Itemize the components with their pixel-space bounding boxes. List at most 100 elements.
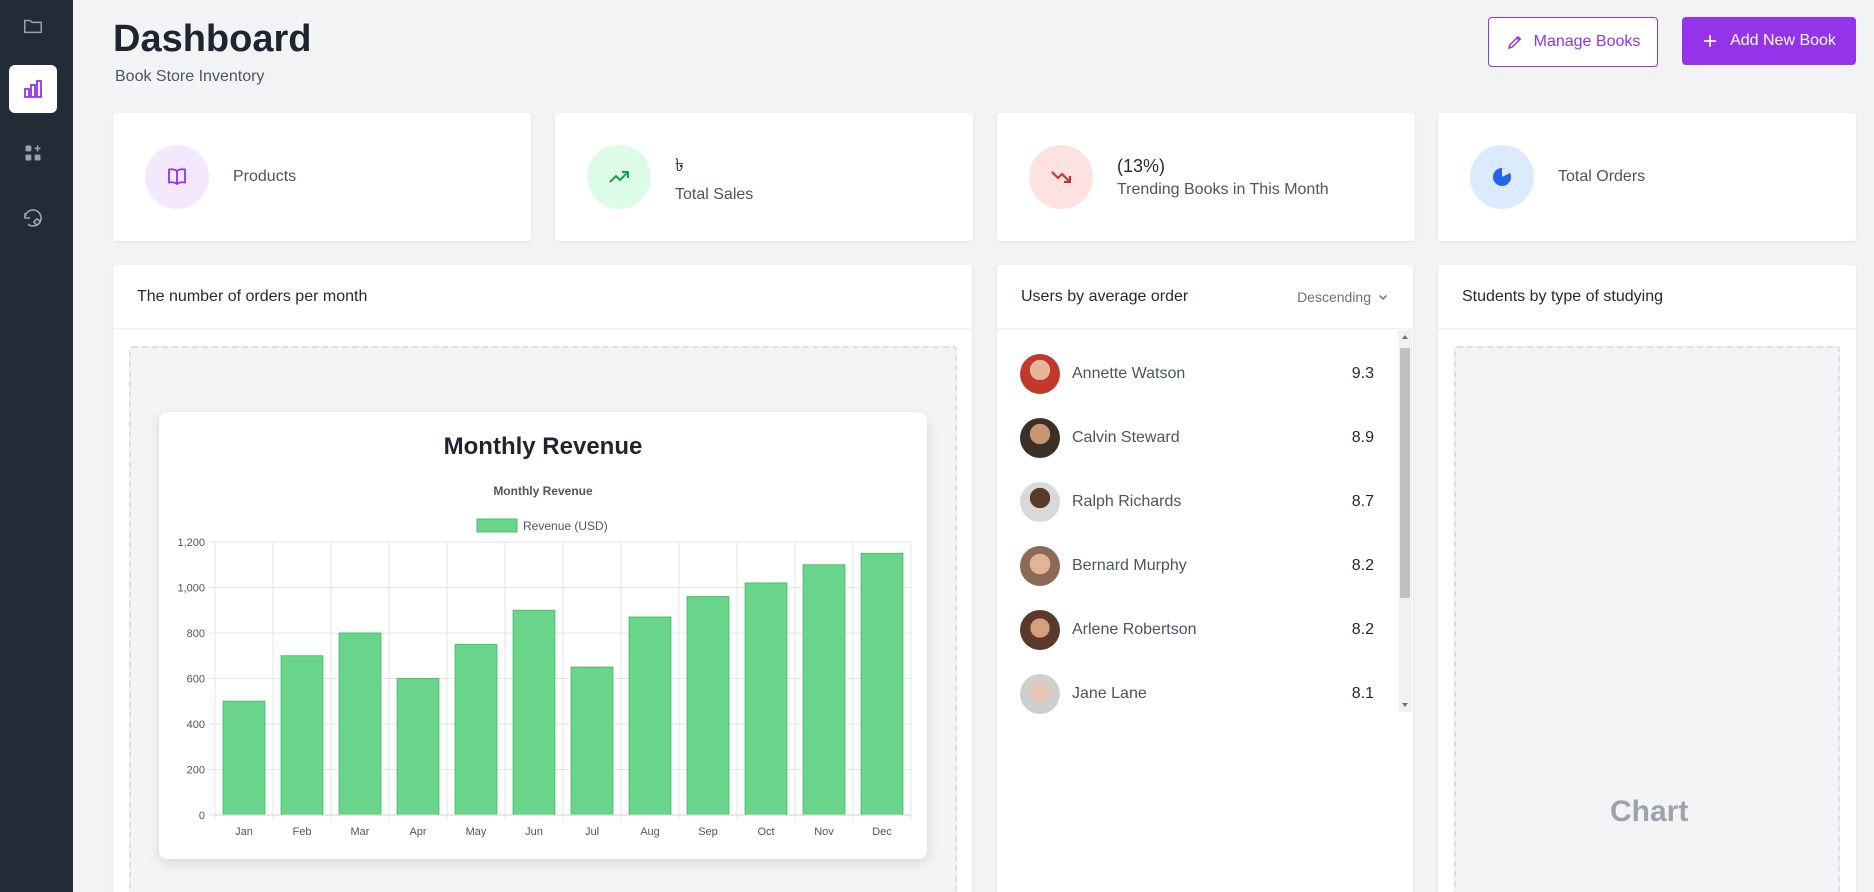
chart-title: Monthly Revenue <box>493 484 593 498</box>
x-tick-label: May <box>466 826 487 838</box>
add-new-book-label: Add New Book <box>1730 32 1836 49</box>
user-name: Bernard Murphy <box>1072 557 1187 574</box>
add-new-book-button[interactable]: Add New Book <box>1682 17 1856 65</box>
y-tick-label: 1,000 <box>177 583 205 595</box>
plus-icon <box>1704 35 1717 47</box>
stat-label: Products <box>233 168 297 185</box>
students-panel-title: Students by type of studying <box>1438 265 1856 329</box>
x-tick-label: Sep <box>698 826 718 838</box>
user-score: 8.2 <box>1351 557 1374 574</box>
bar-jul <box>570 666 614 816</box>
y-tick-label: 200 <box>187 765 205 777</box>
chart-placeholder: Chart <box>1610 795 1689 828</box>
bar-oct <box>744 582 788 816</box>
user-row[interactable]: Annette Watson 9.3 <box>1020 354 1374 394</box>
users-scrollbar[interactable] <box>1398 330 1412 712</box>
monthly-revenue-card: Monthly Revenue Monthly Revenue Revenue (U… <box>159 412 927 859</box>
user-score: 8.2 <box>1351 621 1374 638</box>
sidebar-item-files[interactable] <box>9 2 57 50</box>
page-subtitle: Book Store Inventory <box>115 68 265 85</box>
user-name: Ralph Richards <box>1072 493 1182 510</box>
sidebar-item-apps[interactable] <box>9 129 57 177</box>
stat-label: Total Orders <box>1558 168 1646 185</box>
user-row[interactable]: Bernard Murphy 8.2 <box>1020 546 1374 586</box>
chart-card-title: Monthly Revenue <box>444 433 643 460</box>
sidebar-item-dashboard[interactable] <box>9 65 57 113</box>
bar-nov <box>802 564 846 816</box>
trending-up-icon <box>609 171 629 183</box>
stat-text: ৳ Total Sales <box>675 151 753 204</box>
bar-apr <box>396 678 440 816</box>
manage-books-button[interactable]: Manage Books <box>1488 17 1658 67</box>
x-tick-label: Dec <box>872 826 892 838</box>
pie-icon <box>1493 168 1511 186</box>
bar-sep <box>686 596 730 816</box>
y-tick-label: 600 <box>187 674 205 686</box>
x-tick-label: Aug <box>640 826 660 838</box>
stat-text: (13%) Trending Books in This Month <box>1117 156 1329 199</box>
stat-card-trending: (13%) Trending Books in This Month <box>997 113 1415 241</box>
folder-icon <box>24 19 42 34</box>
user-score: 9.3 <box>1351 365 1374 382</box>
y-tick-label: 800 <box>187 628 205 640</box>
orders-panel-title: The number of orders per month <box>113 265 972 329</box>
x-tick-label: Jan <box>235 826 253 838</box>
user-name: Calvin Steward <box>1072 429 1180 446</box>
bar-may <box>454 643 498 816</box>
bar-mar <box>338 632 382 816</box>
user-name: Arlene Robertson <box>1072 621 1197 638</box>
users-panel-header: Users by average order Descending <box>997 265 1413 329</box>
user-row[interactable]: Arlene Robertson 8.2 <box>1020 610 1374 650</box>
y-tick-label: 400 <box>187 719 205 731</box>
user-score: 8.9 <box>1351 429 1374 446</box>
stat-text: Total Orders <box>1558 168 1645 186</box>
x-tick-label: Feb <box>293 826 312 838</box>
users-panel-title: Users by average order <box>1021 287 1189 305</box>
bar-aug <box>628 616 672 816</box>
stat-card-total-sales: ৳ Total Sales <box>555 113 973 241</box>
user-row[interactable]: Ralph Richards 8.7 <box>1020 482 1374 522</box>
sidebar <box>0 0 73 892</box>
user-row[interactable]: Calvin Steward 8.9 <box>1020 418 1374 458</box>
revenue-chart: Monthly Revenue Monthly Revenue Revenue (U… <box>177 433 912 838</box>
apps-add-icon <box>25 145 41 161</box>
scroll-down-icon[interactable] <box>1398 698 1412 712</box>
scroll-up-icon[interactable] <box>1398 330 1412 344</box>
bar-jan <box>222 700 266 816</box>
x-tick-label: Oct <box>757 826 774 838</box>
page-title: Dashboard <box>113 18 312 60</box>
stat-card-products: Products <box>113 113 531 241</box>
y-tick-label: 0 <box>199 810 205 822</box>
bar-chart-icon <box>24 80 42 98</box>
x-tick-label: Nov <box>814 826 834 838</box>
user-row[interactable]: Jane Lane 8.1 <box>1020 674 1374 714</box>
chevron-down-icon <box>1378 294 1388 300</box>
stat-card-total-orders: Total Orders <box>1438 113 1856 241</box>
bar-feb <box>280 655 324 816</box>
avatar <box>1020 354 1060 394</box>
avatar <box>1020 610 1060 650</box>
y-tick-label: 1,200 <box>177 537 205 549</box>
x-tick-label: Jun <box>525 826 543 838</box>
stat-value: (13%) <box>1117 155 1166 176</box>
stat-icon-wrap <box>587 145 651 209</box>
avatar <box>1020 674 1060 714</box>
scroll-thumb[interactable] <box>1400 348 1410 598</box>
stat-text: Products <box>233 168 296 186</box>
user-score: 8.7 <box>1351 493 1374 510</box>
user-name: Annette Watson <box>1072 365 1186 382</box>
pencil-icon <box>1507 35 1521 50</box>
bar-dec <box>860 552 904 816</box>
avatar <box>1020 482 1060 522</box>
settings-history-icon <box>24 209 42 227</box>
legend-label: Revenue (USD) <box>523 519 608 533</box>
stat-label: Trending Books in This Month <box>1117 180 1329 198</box>
sidebar-item-settings[interactable] <box>9 194 57 242</box>
legend-swatch <box>476 518 518 533</box>
trending-down-icon <box>1051 171 1071 183</box>
x-tick-label: Jul <box>585 826 599 838</box>
user-score: 8.1 <box>1351 685 1374 702</box>
x-tick-label: Apr <box>409 826 426 838</box>
sort-dropdown[interactable]: Descending <box>1297 289 1389 305</box>
bar-jun <box>512 609 556 816</box>
